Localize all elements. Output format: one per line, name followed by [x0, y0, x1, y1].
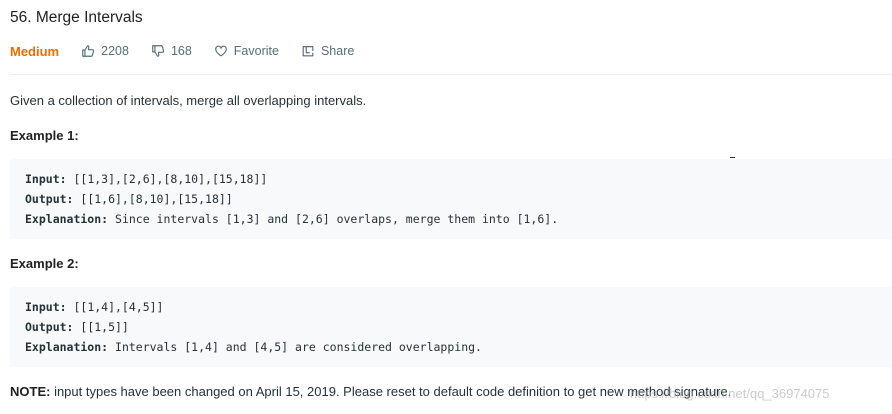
- example-2-output-row: Output: [[1,5]]: [25, 317, 877, 337]
- dislike-button[interactable]: 168: [151, 44, 192, 58]
- example-1-output-row: Output: [[1,6],[8,10],[15,18]]: [25, 189, 877, 209]
- explanation-label: Explanation:: [25, 340, 109, 354]
- note-label: NOTE:: [10, 384, 51, 399]
- note-paragraph: NOTE: input types have been changed on A…: [10, 384, 731, 399]
- like-count: 2208: [101, 44, 129, 58]
- difficulty-badge: Medium: [10, 43, 60, 59]
- input-value: [[1,4],[4,5]]: [66, 300, 164, 314]
- stray-dash: [730, 157, 735, 158]
- thumbs-up-icon: [82, 45, 95, 57]
- example-1-title: Example 1:: [10, 128, 79, 143]
- favorite-button[interactable]: Favorite: [214, 44, 279, 58]
- problem-title: 56. Merge Intervals: [10, 9, 143, 26]
- share-icon: [302, 46, 314, 57]
- input-value: [[1,3],[2,6],[8,10],[15,18]]: [66, 172, 268, 186]
- share-label: Share: [320, 44, 355, 58]
- output-value: [[1,5]]: [73, 320, 129, 334]
- example-2-title: Example 2:: [10, 256, 79, 271]
- example-1-explanation-row: Explanation: Since intervals [1,3] and […: [25, 209, 877, 229]
- input-label: Input:: [25, 300, 67, 314]
- share-button[interactable]: Share: [301, 44, 354, 58]
- heart-icon: [214, 45, 227, 57]
- example-2-explanation-row: Explanation: Intervals [1,4] and [4,5] a…: [25, 337, 877, 357]
- problem-meta-bar: Medium 2208 168 Favorite Share: [10, 42, 376, 60]
- header-divider: [10, 74, 892, 75]
- problem-description: Given a collection of intervals, merge a…: [10, 93, 367, 108]
- like-button[interactable]: 2208: [81, 44, 129, 58]
- example-2-code-block: Input: [[1,4],[4,5]] Output: [[1,5]] Exp…: [10, 287, 892, 367]
- example-1-input-row: Input: [[1,3],[2,6],[8,10],[15,18]]: [25, 169, 877, 189]
- example-2-input-row: Input: [[1,4],[4,5]]: [25, 297, 877, 317]
- output-label: Output:: [25, 192, 74, 206]
- explanation-label: Explanation:: [25, 212, 109, 226]
- favorite-label: Favorite: [233, 44, 279, 58]
- example-1-code-block: Input: [[1,3],[2,6],[8,10],[15,18]] Outp…: [10, 159, 892, 239]
- thumbs-down-icon: [152, 45, 165, 57]
- output-label: Output:: [25, 320, 74, 334]
- input-label: Input:: [25, 172, 67, 186]
- dislike-count: 168: [170, 44, 192, 58]
- explanation-value: Intervals [1,4] and [4,5] are considered…: [108, 340, 482, 354]
- explanation-value: Since intervals [1,3] and [2,6] overlaps…: [108, 212, 559, 226]
- watermark: https://blog.csdn.net/qq_36974075: [630, 386, 830, 401]
- output-value: [[1,6],[8,10],[15,18]]: [73, 192, 233, 206]
